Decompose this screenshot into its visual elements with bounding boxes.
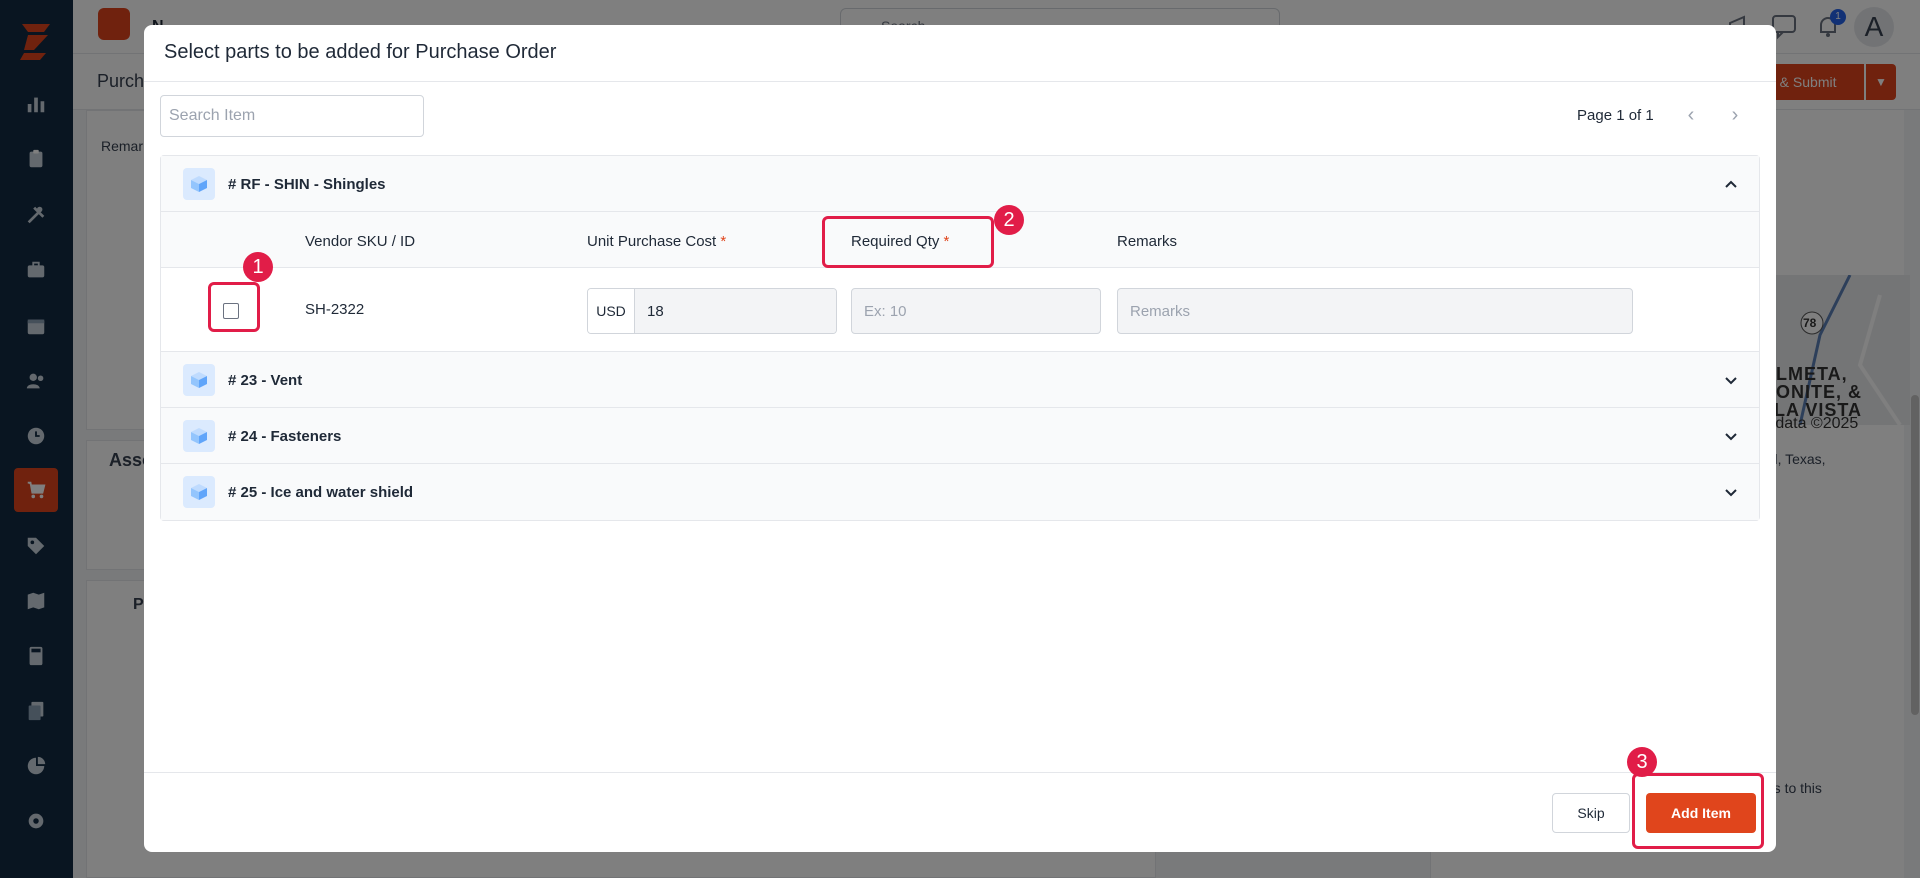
- col-cost-label: Unit Purchase Cost: [587, 233, 717, 250]
- part-header-ice-water-shield[interactable]: # 25 - Ice and water shield: [161, 464, 1759, 520]
- divider: [144, 772, 1776, 773]
- part-header-fasteners[interactable]: # 24 - Fasteners: [161, 408, 1759, 464]
- step-badge-3: 3: [1627, 747, 1657, 777]
- search-item-input[interactable]: [160, 95, 424, 137]
- col-sku: Vendor SKU / ID: [305, 233, 416, 250]
- select-parts-modal: Select parts to be added for Purchase Or…: [144, 25, 1776, 852]
- unit-cost-field[interactable]: USD: [587, 288, 837, 334]
- unit-cost-input[interactable]: [635, 289, 836, 333]
- divider: [144, 81, 1776, 82]
- col-remarks: Remarks: [1117, 233, 1178, 250]
- chevron-up-icon[interactable]: [1721, 174, 1741, 194]
- part-name: # 24 - Fasteners: [228, 428, 342, 445]
- chevron-right-icon[interactable]: ›: [1724, 105, 1746, 127]
- table-row: SH-2322 USD: [161, 268, 1759, 352]
- chevron-down-icon[interactable]: [1721, 370, 1741, 390]
- modal-title: Select parts to be added for Purchase Or…: [164, 41, 557, 63]
- box-icon: [183, 420, 215, 452]
- parts-list: # RF - SHIN - Shingles Vendor SKU / ID U…: [160, 155, 1760, 521]
- highlight-add-item: [1632, 773, 1764, 849]
- currency-prefix: USD: [588, 289, 635, 333]
- highlight-required-qty: [822, 216, 994, 268]
- required-marker: *: [720, 233, 727, 250]
- chevron-down-icon[interactable]: [1721, 426, 1741, 446]
- remarks-input[interactable]: [1117, 288, 1633, 334]
- step-badge-1: 1: [243, 252, 273, 282]
- chevron-left-icon[interactable]: ‹: [1680, 105, 1702, 127]
- part-header-vent[interactable]: # 23 - Vent: [161, 352, 1759, 408]
- pagination-info: Page 1 of 1: [1577, 107, 1654, 124]
- vendor-sku: SH-2322: [305, 301, 365, 318]
- col-cost: Unit Purchase Cost *: [587, 233, 726, 250]
- part-name: # RF - SHIN - Shingles: [228, 176, 386, 193]
- highlight-checkbox: [208, 282, 260, 332]
- box-icon: [183, 364, 215, 396]
- part-name: # 25 - Ice and water shield: [228, 484, 414, 501]
- box-icon: [183, 476, 215, 508]
- chevron-down-icon[interactable]: [1721, 482, 1741, 502]
- box-icon: [183, 168, 215, 200]
- step-badge-2: 2: [994, 205, 1024, 235]
- part-name: # 23 - Vent: [228, 372, 303, 389]
- required-qty-input[interactable]: [851, 288, 1101, 334]
- skip-button[interactable]: Skip: [1552, 793, 1630, 833]
- part-header-shingles[interactable]: # RF - SHIN - Shingles: [161, 156, 1759, 212]
